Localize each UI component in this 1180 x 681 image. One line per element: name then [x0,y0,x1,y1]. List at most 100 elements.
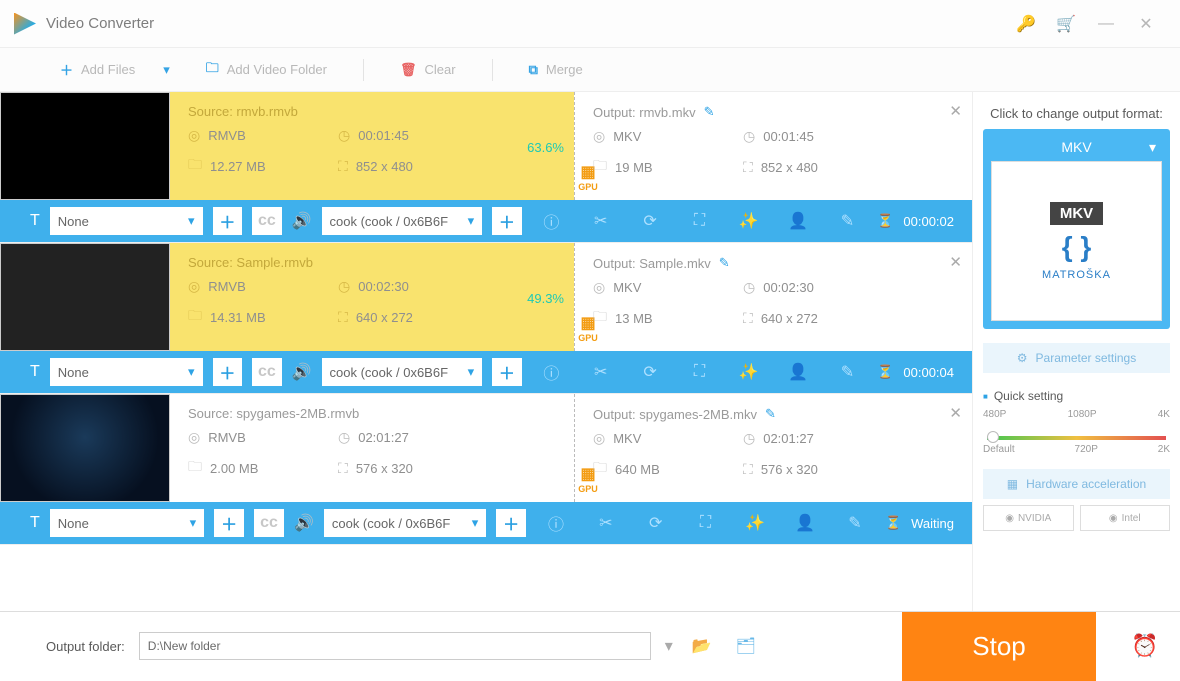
schedule-icon[interactable]: ⏰ [1110,612,1180,681]
audio-select[interactable]: cook (cook / 0x6B6F▾ [324,509,486,537]
edit-icon[interactable]: ✎ [828,207,867,235]
rename-icon[interactable]: ✎ [704,104,715,120]
video-thumbnail[interactable] [0,394,170,502]
video-thumbnail[interactable] [0,92,170,200]
progress-percent: 49.3% [527,291,564,306]
format-name: MKV [991,137,1162,161]
mkv-badge: MKV [1050,202,1103,225]
watermark-icon[interactable]: 👤 [778,207,817,235]
effect-icon[interactable]: ✨ [729,358,768,386]
audio-select[interactable]: cook (cook / 0x6B6F▾ [322,207,483,235]
format-card[interactable]: MKV MKV { } MATROŠKA [983,129,1170,329]
add-audio-button[interactable]: ＋ [492,358,522,386]
side-panel: Click to change output format: MKV MKV {… [972,92,1180,611]
crop-icon[interactable]: ⛶ [680,358,719,386]
progress-percent: 63.6% [527,140,564,155]
source-label: Source: spygames-2MB.rmvb [188,406,556,421]
footer: Output folder: ▾ 📂 🗂 Stop ⏰ [0,611,1180,680]
minimize-button[interactable]: — [1086,4,1126,44]
rotate-icon[interactable]: ⟳ [630,207,669,235]
format-heading: Click to change output format: [983,106,1170,121]
audio-select[interactable]: cook (cook / 0x6B6F▾ [322,358,483,386]
effect-icon[interactable]: ✨ [729,207,768,235]
cut-icon[interactable]: ✂ [581,358,620,386]
rename-icon[interactable]: ✎ [719,255,730,271]
add-folder-button[interactable]: 🗀Add Video Folder [206,59,327,81]
source-label: Source: rmvb.rmvb [188,104,556,119]
subtitle-select[interactable]: None▾ [50,207,203,235]
output-label: Output: rmvb.mkv [593,105,696,120]
info-icon[interactable]: ⓘ [536,509,576,537]
output-duration: 00:01:45 [763,129,814,144]
cc-button[interactable]: cc [254,509,284,537]
list-item: Source: spygames-2MB.rmvb ◎RMVB ◷02:01:2… [0,394,972,545]
edit-icon[interactable]: ✎ [835,509,875,537]
add-subtitle-button[interactable]: ＋ [213,207,243,235]
crop-icon[interactable]: ⛶ [686,509,726,537]
cut-icon[interactable]: ✂ [586,509,626,537]
add-subtitle-button[interactable]: ＋ [213,358,243,386]
title-bar: Video Converter 🔑 🛒 — ✕ [0,0,1180,48]
watermark-icon[interactable]: 👤 [778,358,817,386]
cart-icon[interactable]: 🛒 [1046,4,1086,44]
rotate-icon[interactable]: ⟳ [636,509,676,537]
clear-button[interactable]: 🗑Clear [400,62,456,78]
effect-icon[interactable]: ✨ [735,509,775,537]
folder-dropdown-icon[interactable]: ▾ [665,636,673,656]
info-icon[interactable]: ⓘ [532,358,571,386]
add-files-button[interactable]: ＋Add Files▾ [60,60,170,79]
add-audio-button[interactable]: ＋ [492,207,522,235]
output-size: 19 MB [615,160,653,175]
close-window-button[interactable]: ✕ [1126,4,1166,44]
item-controls: T None▾ ＋ cc 🔊 cook (cook / 0x6B6F▾ ＋ ⓘ … [0,200,972,242]
watermark-icon[interactable]: 👤 [785,509,825,537]
add-subtitle-button[interactable]: ＋ [214,509,244,537]
list-item: Source: rmvb.rmvb ◎RMVB ◷00:01:45 🗀12.27… [0,92,972,243]
cc-button[interactable]: cc [252,207,282,235]
stop-button[interactable]: Stop [902,612,1096,681]
file-list: Source: rmvb.rmvb ◎RMVB ◷00:01:45 🗀12.27… [0,92,972,611]
quality-slider[interactable] [987,436,1166,440]
status-text: Waiting [911,516,954,531]
info-icon[interactable]: ⓘ [532,207,571,235]
cut-icon[interactable]: ✂ [581,207,620,235]
source-label: Source: Sample.rmvb [188,255,556,270]
source-size: 12.27 MB [210,159,266,174]
source-duration: 00:01:45 [358,128,409,143]
status-text: 00:00:04 [903,365,954,380]
rename-icon[interactable]: ✎ [765,406,776,422]
subtitle-select[interactable]: None▾ [50,358,203,386]
merge-button[interactable]: ⧉Merge [529,62,583,78]
intel-badge: ◉ Intel [1080,505,1171,531]
source-resolution: 852 x 480 [356,159,413,174]
add-audio-button[interactable]: ＋ [496,509,526,537]
output-format: MKV [613,129,641,144]
status-text: 00:00:02 [903,214,954,229]
edit-icon[interactable]: ✎ [828,358,867,386]
video-thumbnail[interactable] [0,243,170,351]
remove-item-button[interactable]: ✕ [949,253,962,271]
hourglass-icon: ⏳ [877,213,893,229]
remove-item-button[interactable]: ✕ [949,102,962,120]
output-folder-label: Output folder: [46,639,125,654]
quick-setting-label: Quick setting [983,389,1170,403]
app-logo-icon [14,13,36,35]
key-icon[interactable]: 🔑 [1006,4,1046,44]
cc-button[interactable]: cc [252,358,282,386]
subtitle-select[interactable]: None▾ [50,509,204,537]
crop-icon[interactable]: ⛶ [680,207,719,235]
toolbar: ＋Add Files▾ 🗀Add Video Folder 🗑Clear ⧉Me… [0,48,1180,92]
app-title: Video Converter [46,15,154,32]
open-folder-icon[interactable]: 📂 [687,632,717,660]
list-item: Source: Sample.rmvb ◎RMVB ◷00:02:30 🗀14.… [0,243,972,394]
matroska-label: MATROŠKA [1042,269,1111,281]
parameter-settings-button[interactable]: ⚙ Parameter settings [983,343,1170,373]
browse-folder-icon[interactable]: 🗂 [731,632,761,660]
remove-item-button[interactable]: ✕ [949,404,962,422]
output-folder-input[interactable] [139,632,651,660]
rotate-icon[interactable]: ⟳ [630,358,669,386]
output-resolution: 852 x 480 [761,160,818,175]
hardware-accel-button[interactable]: ▦ Hardware acceleration [983,469,1170,499]
source-format: RMVB [208,128,246,143]
matroska-icon: { } [1062,231,1092,263]
